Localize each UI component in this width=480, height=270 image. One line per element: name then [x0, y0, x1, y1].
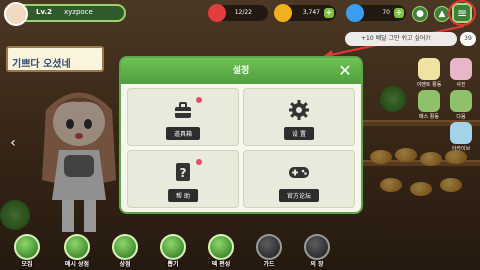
- nav-label: 상점: [119, 261, 131, 268]
- toolbox-icon: [172, 99, 194, 121]
- nav-label: 뽑기: [167, 261, 179, 268]
- nav-label: 모집: [21, 261, 33, 268]
- player-name: xyzpoce: [64, 8, 93, 16]
- nav-label: 의 장: [310, 261, 324, 268]
- next-icon: [450, 90, 472, 112]
- add-gold-button[interactable]: +: [324, 8, 334, 18]
- activity-icon: [418, 90, 440, 112]
- gem-counter: 70 +: [346, 4, 406, 22]
- side-item-label: 이벤트 활동: [416, 82, 442, 88]
- notice-bar[interactable]: +10 배달 그만 쉬고 싶어?!: [345, 32, 457, 46]
- side-item-label: 다음: [456, 114, 466, 120]
- help-tile[interactable]: ? 帮 助: [127, 150, 239, 208]
- event-banner[interactable]: 기쁘다 오셨네: [6, 46, 104, 72]
- side-item-label: 아카이브: [451, 146, 471, 152]
- nav-recruit[interactable]: 모집: [10, 234, 44, 268]
- banner-text: 기쁘다 오셨네: [12, 59, 71, 70]
- notice-text: +10 배달 그만 쉬고 싶어?!: [361, 35, 432, 42]
- stamina-counter: 12/22: [208, 4, 268, 22]
- gacha-icon: [160, 234, 186, 260]
- bell-icon: ▲: [438, 9, 446, 19]
- nav-deck[interactable]: 덱 편성: [204, 234, 238, 268]
- player-profile[interactable]: Lv.2 xyzpoce: [4, 2, 126, 26]
- help-label: 帮 助: [168, 189, 198, 202]
- stamina-value: 12/22: [234, 9, 252, 16]
- settings-label: 设 置: [284, 127, 314, 140]
- gold-counter: 3,747 +: [274, 4, 336, 22]
- side-item-label: 매스 활동: [419, 114, 439, 120]
- chevron-left-icon[interactable]: ‹: [6, 134, 20, 152]
- svg-text:?: ?: [180, 166, 187, 180]
- new-badge-dot: [196, 97, 203, 103]
- equip-icon: [304, 234, 330, 260]
- notice-badge: 39: [460, 32, 476, 46]
- player-level: Lv.2: [36, 8, 52, 16]
- side-item-archive[interactable]: 아카이브: [446, 122, 476, 152]
- forum-label: 官方论坛: [278, 189, 320, 202]
- nav-label: 메시 상점: [64, 261, 90, 268]
- mail-button[interactable]: ●: [412, 6, 428, 22]
- gear-icon: [288, 99, 310, 121]
- nav-label: 덱 편성: [211, 261, 231, 268]
- side-item-activity[interactable]: 매스 활동: [414, 90, 444, 120]
- nav-shop[interactable]: 메시 상점: [60, 234, 94, 268]
- settings-tile[interactable]: 设 置: [243, 88, 355, 146]
- photo-icon: [450, 58, 472, 80]
- modal-title: 설정: [121, 58, 361, 84]
- avatar[interactable]: [4, 2, 28, 26]
- event-icon: [418, 58, 440, 80]
- side-item-next[interactable]: 다음: [446, 90, 476, 120]
- deck-icon: [208, 234, 234, 260]
- nav-label: 가드: [263, 261, 275, 268]
- side-item-label: 사진: [456, 82, 466, 88]
- store-icon: [112, 234, 138, 260]
- gold-value: 3,747: [302, 9, 320, 16]
- gem-icon: [346, 4, 364, 22]
- mail-icon: ●: [416, 9, 424, 19]
- shop-icon: [64, 234, 90, 260]
- gamepad-icon: [288, 161, 310, 183]
- gold-coin-icon: [274, 4, 292, 22]
- help-book-icon: ?: [172, 161, 194, 183]
- nav-gacha[interactable]: 뽑기: [156, 234, 190, 268]
- settings-grid: 道具箱 设 置 ? 帮 助 官方论坛: [127, 88, 355, 208]
- nav-guard[interactable]: 가드: [252, 234, 286, 268]
- nav-equip[interactable]: 의 장: [300, 234, 334, 268]
- new-badge-dot: [196, 159, 203, 165]
- toolbox-label: 道具箱: [165, 127, 201, 140]
- gem-value: 70: [382, 9, 390, 16]
- recruit-icon: [14, 234, 40, 260]
- nav-store[interactable]: 상점: [108, 234, 142, 268]
- side-item-event[interactable]: 이벤트 활동: [414, 58, 444, 88]
- close-icon: ✕: [338, 61, 352, 80]
- side-item-photo[interactable]: 사진: [446, 58, 476, 88]
- settings-modal: 설정 ✕ 道具箱 设 置 ? 帮 助 官方论坛: [119, 56, 363, 214]
- forum-tile[interactable]: 官方论坛: [243, 150, 355, 208]
- stamina-icon: [208, 4, 226, 22]
- close-button[interactable]: ✕: [336, 62, 354, 80]
- toolbox-tile[interactable]: 道具箱: [127, 88, 239, 146]
- guard-icon: [256, 234, 282, 260]
- add-gem-button[interactable]: +: [394, 8, 404, 18]
- archive-icon: [450, 122, 472, 144]
